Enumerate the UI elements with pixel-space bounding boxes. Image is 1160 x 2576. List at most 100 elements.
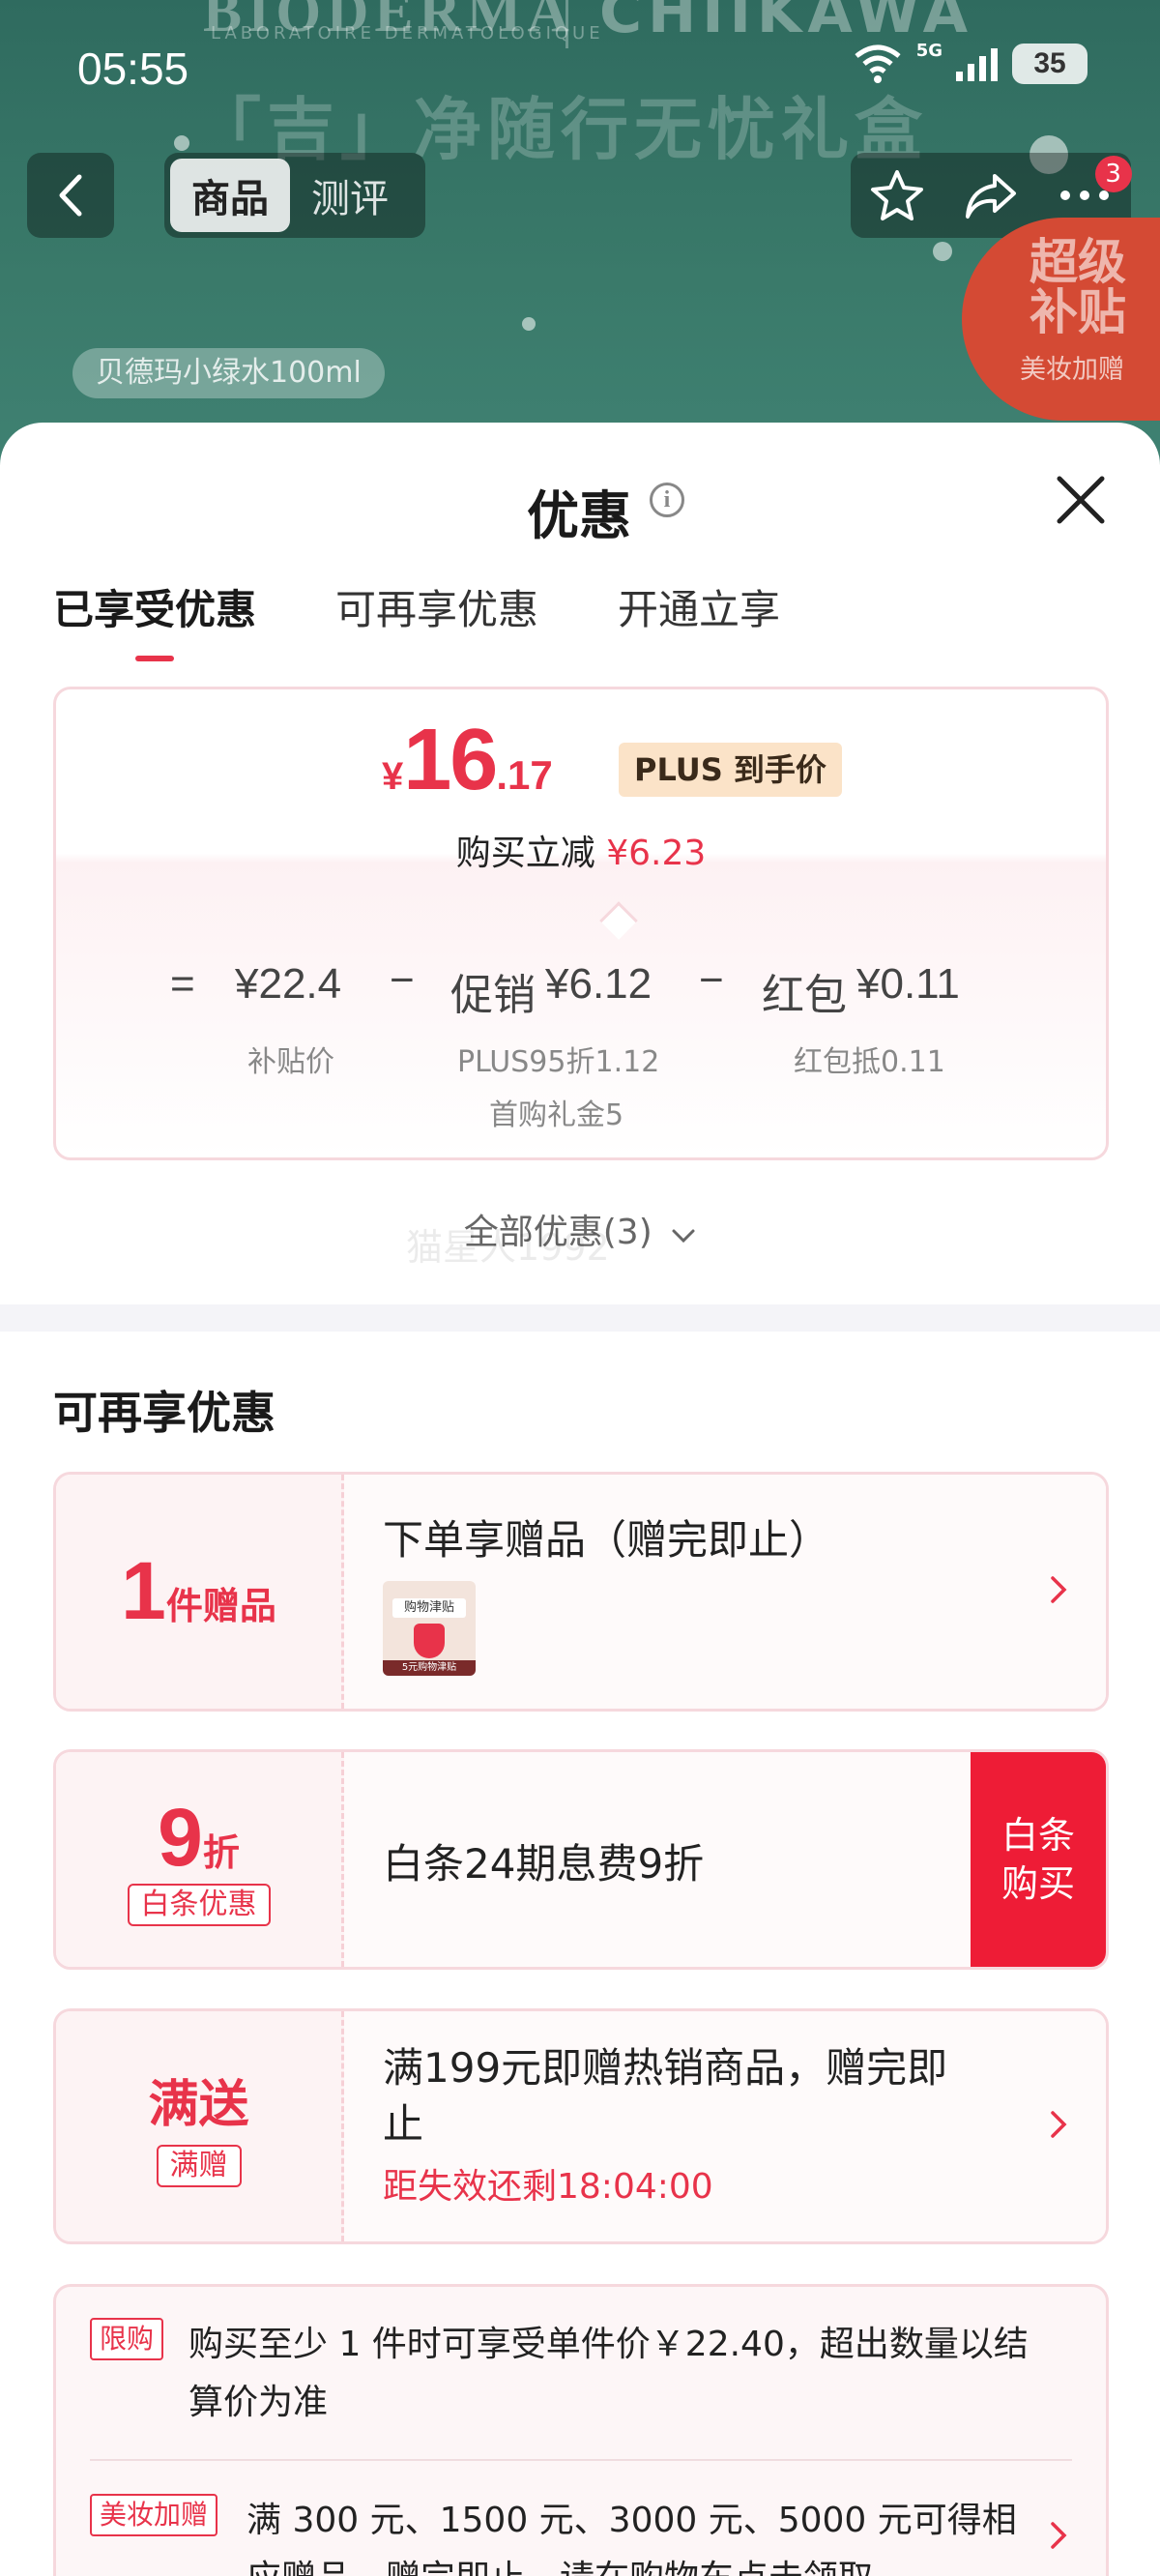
offer-fullgift-text: 满199元即赠热销商品，赠完即 止 (383, 2040, 947, 2152)
instant-reduction: 购买立减 ¥6.23 (56, 825, 1106, 875)
gift-thumbnail: 购物津贴 5元购物津贴 (383, 1581, 476, 1676)
clock: 05:55 (77, 44, 189, 94)
offer-fullgift-content: 满199元即赠热销商品，赠完即 止 距失效还剩18:04:00 (344, 2011, 1106, 2241)
offer-countdown: 距失效还剩18:04:00 (383, 2167, 713, 2207)
offer-gift-badge: 1件赠品 (56, 1475, 344, 1709)
full-gift-tag: 满赠 (156, 2145, 242, 2187)
product-tabs: 商品 测评 (164, 153, 425, 238)
chevron-down-icon (671, 1213, 696, 1252)
tab-product[interactable]: 商品 (170, 159, 290, 232)
gift-thumbnail-title: 购物津贴 (392, 1598, 466, 1618)
tab-enjoyed-offers[interactable]: 已享受优惠 (53, 577, 256, 661)
price-integer: 16 (403, 712, 498, 808)
info-icon[interactable]: i (650, 483, 684, 517)
plus-price-tag: PLUS 到手价 (619, 743, 842, 797)
card-notch (599, 901, 638, 940)
rule-limit-text: 购买至少 1 件时可享受单件价￥22.40，超出数量以结 算价为准 (90, 2316, 1072, 2432)
promo-label: 促销 (450, 971, 536, 1020)
price-breakdown-card: ¥ 16 .17 PLUS 到手价 购买立减 ¥6.23 = ¥22.4 − 促… (53, 687, 1109, 1160)
close-button[interactable] (1054, 473, 1108, 527)
full-gift-title: 满送 (148, 2076, 249, 2134)
notification-badge: 3 (1094, 156, 1132, 192)
purchase-rules-card: 限购 购买至少 1 件时可享受单件价￥22.40，超出数量以结 算价为准 美妆加… (53, 2284, 1109, 2576)
offer-fullgift-badge: 满送 满赠 (56, 2011, 344, 2241)
tab-more-offers[interactable]: 可再享优惠 (335, 577, 538, 661)
chevron-right-icon (1050, 1575, 1067, 1608)
chevron-left-icon (59, 174, 82, 217)
red-packet-caption: 红包抵0.11 (794, 1045, 945, 1079)
subsidy-badge-subtitle: 美妆加赠 (1020, 355, 1124, 385)
offer-baitiao-badge: 9折 白条优惠 (56, 1752, 344, 1967)
tab-activate-offers[interactable]: 开通立享 (618, 577, 780, 661)
offer-baitiao-text: 白条24期息费9折 (383, 1840, 705, 1888)
promo-caption-firstbuy: 首购礼金5 (489, 1098, 624, 1132)
section-divider (0, 1304, 1160, 1332)
offer-baitiao-discount: 9折 (56, 1791, 341, 1885)
minus-sign: − (699, 956, 724, 1004)
red-packet-label: 红包 (762, 971, 847, 1020)
signal-strength-icon (956, 46, 999, 81)
offer-card-full-gift[interactable]: 满送 满赠 满199元即赠热销商品，赠完即 止 距失效还剩18:04:00 (53, 2008, 1109, 2244)
rule-limit-line2: 算价为准 (188, 2383, 329, 2422)
star-icon (871, 170, 924, 220)
red-packet-amount: ¥0.11 (856, 960, 960, 1008)
sheet-title: 优惠 (527, 485, 631, 546)
base-price-caption: 补贴价 (247, 1045, 334, 1079)
baitiao-buy-button[interactable]: 白条 购买 (971, 1752, 1106, 1967)
subsidy-badge-title: 超级补贴 (1030, 234, 1126, 340)
discount-unit: 折 (202, 1831, 240, 1874)
section-title-more-offers: 可再享优惠 (53, 1387, 276, 1439)
final-price: ¥ 16 .17 (382, 711, 553, 810)
close-icon (1057, 476, 1105, 524)
decor-dot (174, 135, 189, 151)
currency-symbol: ¥ (382, 755, 404, 798)
offer-baitiao-content: 白条24期息费9折 白条 购买 (344, 1752, 1106, 1967)
offer-fullgift-text-line1: 满199元即赠热销商品，赠完即 (383, 2044, 948, 2092)
reduction-amount: ¥6.23 (606, 834, 707, 873)
offer-fullgift-tag-wrap: 满赠 (56, 2145, 341, 2187)
offer-fullgift-text-line2: 止 (383, 2100, 424, 2148)
more-dots-icon (1059, 190, 1109, 200)
rule-beauty-gift[interactable]: 美妆加赠 满 300 元、1500 元、3000 元、5000 元可得相 应赠品… (90, 2492, 1072, 2576)
offer-card-gift[interactable]: 1件赠品 下单享赠品（赠完即止） 购物津贴 5元购物津贴 (53, 1472, 1109, 1712)
reduction-label: 购买立减 (455, 834, 595, 873)
offer-gift-text: 下单享赠品（赠完即止） (383, 1516, 830, 1564)
offer-baitiao-tag-wrap: 白条优惠 (56, 1884, 341, 1926)
rule-limit-line1: 购买至少 1 件时可享受单件价￥22.40，超出数量以结 (188, 2325, 1029, 2364)
price-decimal: .17 (496, 752, 553, 798)
share-button[interactable] (957, 161, 1025, 229)
base-price: ¥22.4 (235, 960, 342, 1008)
offer-gift-count: 1件赠品 (56, 1544, 341, 1638)
rule-beauty-line1: 满 300 元、1500 元、3000 元、5000 元可得相 (246, 2501, 1017, 2540)
rule-beauty-line2: 应赠品，赠完即止，请在购物车点击领取 (246, 2550, 1072, 2576)
minus-sign: − (390, 956, 415, 1004)
watermark: 猫星人1992 (406, 1226, 610, 1269)
promo-caption-plus: PLUS95折1.12 (457, 1045, 660, 1079)
baitiao-tag: 白条优惠 (127, 1884, 271, 1926)
status-icons: 5G 35 (853, 41, 1088, 85)
sheet-header: 优惠 i (0, 423, 1160, 546)
rule-beauty-text: 满 300 元、1500 元、3000 元、5000 元可得相 应赠品，赠完即止… (90, 2492, 1072, 2576)
rule-beauty-tag: 美妆加赠 (90, 2494, 218, 2536)
gift-thumbnail-footer: 5元购物津贴 (383, 1660, 476, 1676)
offer-card-baitiao[interactable]: 9折 白条优惠 白条24期息费9折 白条 购买 (53, 1749, 1109, 1970)
chevron-right-icon (1050, 2521, 1067, 2554)
favorite-button[interactable] (863, 161, 931, 229)
rule-limit-tag: 限购 (90, 2318, 164, 2360)
baitiao-button-line2: 购买 (1000, 1862, 1075, 1905)
chevron-right-icon (1050, 2110, 1067, 2143)
baitiao-button-line1: 白条 (1000, 1814, 1075, 1857)
product-name-chip: 贝德玛小绿水100ml (72, 348, 385, 398)
decor-dot (522, 317, 536, 331)
rule-divider (90, 2459, 1072, 2461)
price-formula: = ¥22.4 − 促销 ¥6.12 − 红包 ¥0.11 (56, 956, 1106, 1020)
wifi-icon (853, 43, 903, 85)
back-button[interactable] (27, 153, 114, 238)
gift-count-unit: 件赠品 (165, 1585, 276, 1627)
battery-indicator: 35 (1012, 44, 1088, 84)
tab-review[interactable]: 测评 (290, 159, 410, 232)
shield-icon (414, 1624, 445, 1658)
status-bar: 05:55 5G 35 (0, 0, 1160, 135)
offer-tabs: 已享受优惠 可再享优惠 开通立享 (53, 577, 780, 661)
offer-gift-content: 下单享赠品（赠完即止） 购物津贴 5元购物津贴 (344, 1475, 1106, 1709)
